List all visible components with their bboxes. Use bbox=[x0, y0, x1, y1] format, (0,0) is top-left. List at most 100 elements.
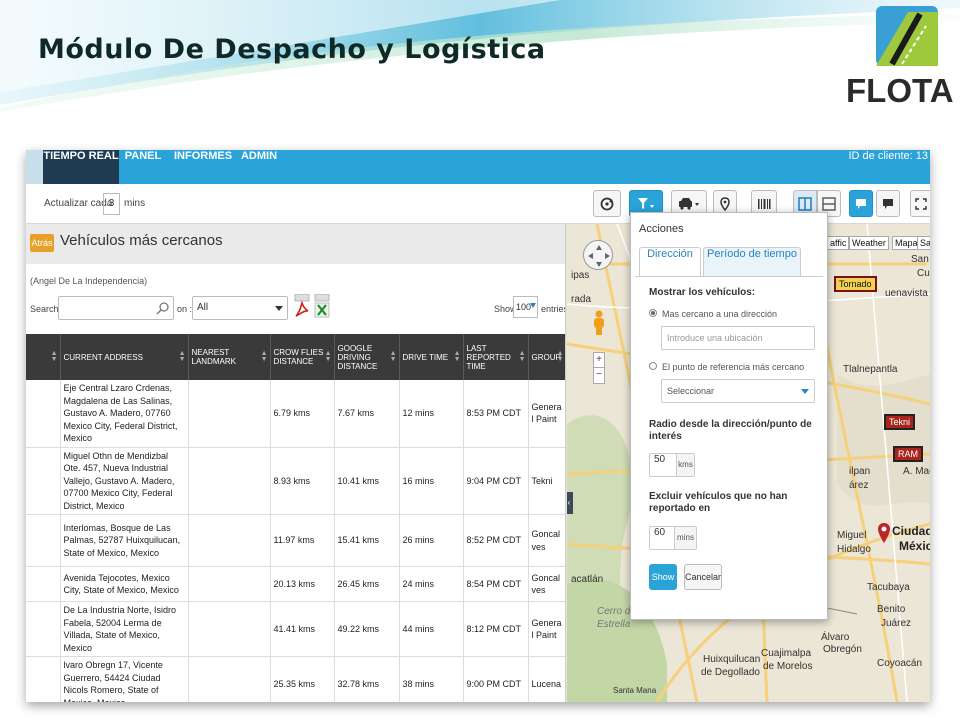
map-label: Obregón bbox=[823, 644, 862, 655]
map-label: uenavista bbox=[885, 288, 928, 299]
vehicle-marker-tornado[interactable]: Tornado bbox=[834, 276, 877, 292]
radio-distance-label: Radio desde la dirección/punto de interé… bbox=[649, 419, 812, 442]
table-header[interactable]: CURRENT ADDRESS ▲ ▼ bbox=[60, 334, 189, 380]
map-pin-icon[interactable] bbox=[877, 522, 891, 544]
table-row[interactable]: Miguel Othn de Mendizbal Ote. 457, Nueva… bbox=[26, 447, 565, 515]
chat-button[interactable] bbox=[849, 190, 873, 217]
map-label: árez bbox=[849, 480, 869, 491]
table-row[interactable]: Eje Central Lzaro Crdenas, Magdalena de … bbox=[26, 380, 565, 448]
cancel-button[interactable]: Cancelar bbox=[684, 564, 722, 590]
vehicles-table: ▲ ▼ CURRENT ADDRESS ▲ ▼ NEAREST LANDMARK ▲ ▼ … bbox=[26, 334, 565, 702]
table-header[interactable]: CROW FLIES DISTANCE ▲ ▼ bbox=[270, 334, 335, 380]
landmark-cell bbox=[188, 656, 271, 702]
landmark-select-value: Seleccionar bbox=[667, 386, 715, 396]
map-label: ipas bbox=[571, 270, 590, 281]
radio-direccion[interactable] bbox=[649, 309, 657, 317]
tab-tiempo-real[interactable]: TIEMPO REAL bbox=[43, 150, 119, 184]
landmark-select[interactable]: Seleccionar bbox=[661, 379, 815, 403]
map-label: Cua bbox=[917, 268, 930, 279]
map-label: acatlán bbox=[571, 574, 604, 585]
chevron-down-icon bbox=[530, 303, 536, 308]
comment-button[interactable] bbox=[876, 190, 900, 217]
radio-referencia[interactable] bbox=[649, 362, 657, 370]
pdf-export-icon[interactable] bbox=[294, 294, 310, 318]
table-header[interactable]: NEAREST LANDMARK ▲ ▼ bbox=[188, 334, 271, 380]
pan-control[interactable] bbox=[583, 240, 613, 270]
fullscreen-icon bbox=[914, 197, 927, 210]
radio-referencia-label: El punto de referencia más cercano bbox=[662, 362, 805, 372]
tab-informes[interactable]: INFORMES bbox=[174, 150, 232, 184]
column-filter-select[interactable]: All bbox=[192, 296, 288, 320]
map-label-city: Ciudad d bbox=[892, 524, 930, 538]
map-type-satellite[interactable]: Sa bbox=[917, 236, 930, 250]
table-header[interactable]: GOOGLE DRIVING DISTANCE ▲ ▼ bbox=[334, 334, 400, 380]
zoom-out-button[interactable]: − bbox=[594, 368, 604, 383]
table-row[interactable]: Avenida Tejocotes, Mexico City, State of… bbox=[26, 566, 565, 602]
sort-icon: ▲ ▼ bbox=[50, 350, 58, 363]
vehicle-icon bbox=[679, 197, 699, 210]
exclude-value: 60 bbox=[654, 527, 666, 538]
logo-wordmark: FLOTA bbox=[846, 72, 954, 109]
landmark-cell bbox=[188, 447, 271, 515]
map-label: Tlalnepantla bbox=[843, 364, 898, 375]
comment-icon bbox=[883, 198, 893, 209]
radius-input[interactable]: 50 kms bbox=[649, 453, 695, 477]
vehicle-marker-ram[interactable]: RAM bbox=[893, 446, 923, 462]
table-header[interactable]: LAST REPORTED TIME ▲ ▼ bbox=[463, 334, 529, 380]
group-cell: Lucena bbox=[528, 656, 565, 702]
traffic-toggle[interactable]: affic bbox=[827, 236, 850, 250]
address-input[interactable]: Introduce una ubicación bbox=[661, 326, 815, 350]
row-select-cell bbox=[26, 566, 61, 602]
tab-direccion[interactable]: Dirección bbox=[639, 247, 701, 277]
driving-distance-cell: 49.22 kms bbox=[334, 601, 400, 657]
crow-distance-cell: 41.41 kms bbox=[270, 601, 335, 657]
tab-divider bbox=[635, 276, 823, 277]
table-header-blank: ▲ ▼ bbox=[26, 334, 61, 380]
vehicle-marker-tekni[interactable]: Tekni bbox=[884, 414, 916, 430]
table-header[interactable]: GROUP ▲ ▼ bbox=[528, 334, 565, 380]
last-reported-cell: 8:52 PM CDT bbox=[463, 514, 529, 567]
last-reported-cell: 8:12 PM CDT bbox=[463, 601, 529, 657]
group-cell: Goncalves bbox=[528, 566, 565, 602]
chevron-down-icon bbox=[275, 306, 283, 311]
tab-periodo-de-tiempo[interactable]: Período de tiempo bbox=[703, 247, 801, 277]
page-size-select[interactable]: 100 bbox=[513, 296, 538, 318]
panel-header: Atrás Vehículos más cercanos bbox=[26, 224, 565, 264]
table-row[interactable]: lvaro Obregn 17, Vicente Guerrero, 54424… bbox=[26, 656, 565, 702]
chat-icon bbox=[856, 198, 866, 209]
back-button[interactable]: Atrás bbox=[30, 234, 54, 252]
crow-distance-cell: 8.93 kms bbox=[270, 447, 335, 515]
last-reported-cell: 8:54 PM CDT bbox=[463, 566, 529, 602]
table-header[interactable]: DRIVE TIME ▲ ▼ bbox=[399, 334, 464, 380]
table-row[interactable]: De La Industria Norte, Isidro Fabela, 52… bbox=[26, 601, 565, 657]
crow-distance-cell: 11.97 kms bbox=[270, 514, 335, 567]
street-view-pegman-icon[interactable] bbox=[591, 310, 607, 336]
refresh-interval-input[interactable]: 3 bbox=[103, 193, 120, 215]
refresh-button[interactable] bbox=[593, 190, 621, 217]
slide-title: Módulo De Despacho y Logística bbox=[38, 34, 546, 65]
weather-toggle[interactable]: Weather bbox=[849, 236, 889, 250]
fullscreen-button[interactable] bbox=[910, 190, 930, 217]
sort-icon: ▲ ▼ bbox=[453, 350, 461, 363]
column-filter-value: All bbox=[197, 302, 209, 313]
split-view-icon bbox=[798, 196, 812, 211]
excel-export-icon[interactable] bbox=[314, 294, 330, 318]
tab-panel[interactable]: PANEL bbox=[123, 150, 163, 184]
zoom-in-button[interactable]: + bbox=[594, 353, 604, 368]
group-cell: Tekni bbox=[528, 447, 565, 515]
on-label: on : bbox=[177, 304, 193, 314]
tab-admin[interactable]: ADMIN bbox=[240, 150, 278, 184]
table-row[interactable]: Interlomas, Bosque de Las Palmas, 52787 … bbox=[26, 514, 565, 567]
entries-label: entries bbox=[541, 304, 566, 314]
exclude-minutes-input[interactable]: 60 mins bbox=[649, 526, 697, 550]
panel-collapse-handle[interactable]: ‹ bbox=[567, 492, 573, 514]
app-screenshot: TIEMPO REAL PANEL INFORMES ADMIN ID de c… bbox=[26, 150, 930, 702]
sort-icon: ▲ ▼ bbox=[324, 350, 332, 363]
drive-time-cell: 24 mins bbox=[399, 566, 464, 602]
filter-icon bbox=[638, 197, 654, 209]
search-input[interactable] bbox=[58, 296, 174, 320]
row-select-cell bbox=[26, 447, 61, 515]
table-header-row: ▲ ▼ CURRENT ADDRESS ▲ ▼ NEAREST LANDMARK ▲ ▼ … bbox=[26, 334, 565, 380]
landmark-cell bbox=[188, 514, 271, 567]
show-button[interactable]: Show bbox=[649, 564, 677, 590]
